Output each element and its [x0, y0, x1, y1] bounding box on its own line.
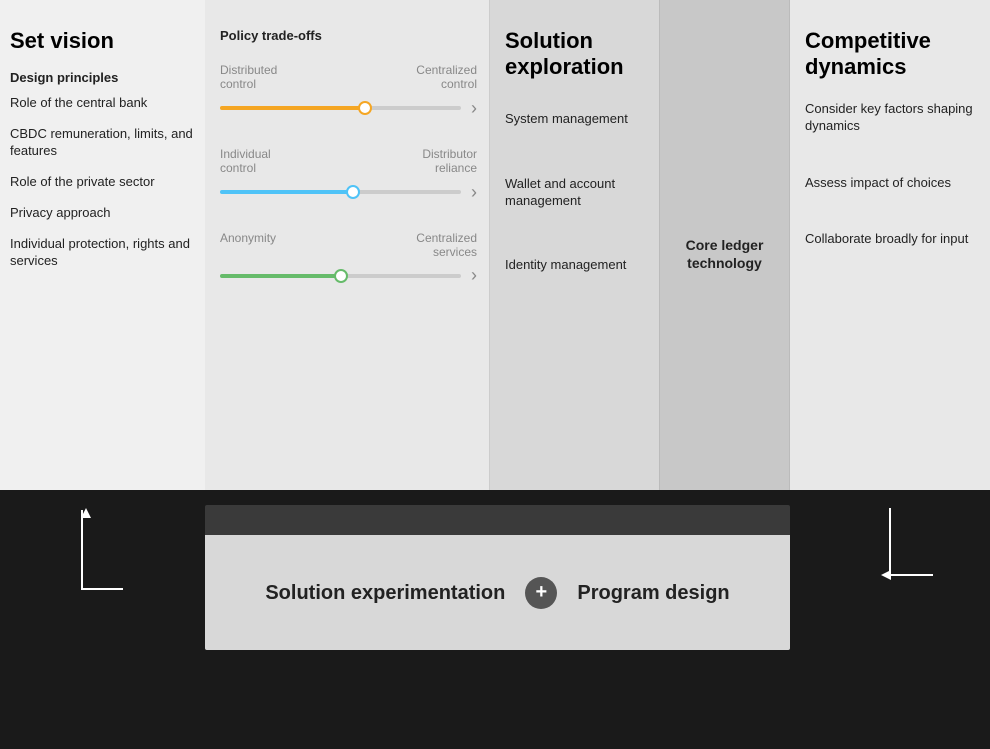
- item-system-management: System management: [505, 111, 649, 128]
- item-collaborate: Collaborate broadly for input: [805, 231, 978, 248]
- slider-left-label-distributed: Distributed control: [220, 63, 310, 92]
- slider-track-orange[interactable]: [220, 106, 461, 110]
- design-principles-label: Design principles: [10, 70, 195, 85]
- item-wallet-management: Wallet and account management: [505, 176, 649, 210]
- arrow-left-container: [881, 570, 933, 580]
- slider-right-label-distributed: Centralized control: [377, 63, 477, 92]
- solution-experimentation-label: Solution experimentation: [265, 581, 505, 605]
- col-policy-tradeoffs: Policy trade-offs Distributed control Ce…: [205, 0, 490, 490]
- slider-thumb-orange[interactable]: [358, 101, 372, 115]
- bottom-box: Solution experimentation + Program desig…: [205, 505, 790, 650]
- arrow-left-line: [891, 574, 933, 576]
- bottom-box-inner: Solution experimentation + Program desig…: [205, 535, 790, 650]
- slider-thumb-blue[interactable]: [346, 185, 360, 199]
- slider-thumb-green[interactable]: [334, 269, 348, 283]
- slider-track-blue[interactable]: [220, 190, 461, 194]
- policy-title: Policy trade-offs: [220, 28, 477, 43]
- core-ledger-label: Core ledger technology: [668, 236, 781, 272]
- slider-labels-individual: Individual control Distributor reliance: [220, 147, 477, 176]
- slider-track-container-anonymity: ›: [220, 265, 477, 286]
- item-central-bank: Role of the central bank: [10, 95, 195, 112]
- slider-group-individual: Individual control Distributor reliance …: [220, 147, 477, 203]
- program-design-label: Program design: [577, 581, 729, 605]
- chevron-right-icon-individual: ›: [471, 182, 477, 203]
- arrow-bottom-stub: [81, 588, 123, 590]
- chevron-right-icon-anonymity: ›: [471, 265, 477, 286]
- competitive-title: Competitive dynamics: [805, 28, 978, 81]
- arrow-up-head: [81, 508, 91, 518]
- item-identity-management: Identity management: [505, 257, 649, 274]
- slider-right-label-anonymity: Centralized services: [377, 231, 477, 260]
- arrow-up-line: [81, 510, 83, 590]
- slider-labels-distributed: Distributed control Centralized control: [220, 63, 477, 92]
- slider-left-label-individual: Individual control: [220, 147, 310, 176]
- bottom-section: Solution experimentation + Program desig…: [0, 490, 990, 749]
- item-cbdc: CBDC remuneration, limits, and features: [10, 126, 195, 160]
- item-privacy: Privacy approach: [10, 205, 195, 222]
- slider-track-container-distributed: ›: [220, 98, 477, 119]
- item-consider: Consider key factors shaping dynamics: [805, 101, 978, 135]
- item-assess: Assess impact of choices: [805, 175, 978, 192]
- slider-track-green[interactable]: [220, 274, 461, 278]
- plus-icon: +: [525, 577, 557, 609]
- solution-title: Solution exploration: [505, 28, 649, 81]
- arrow-left-head: [881, 570, 891, 580]
- col-competitive-dynamics: Competitive dynamics Consider key factor…: [790, 0, 990, 490]
- col-set-vision: Set vision Design principles Role of the…: [0, 0, 205, 490]
- slider-left-label-anonymity: Anonymity: [220, 231, 310, 245]
- col-solution-exploration: Solution exploration System management W…: [490, 0, 660, 490]
- chevron-right-icon-distributed: ›: [471, 98, 477, 119]
- right-vertical-stub: [889, 508, 891, 572]
- set-vision-title: Set vision: [10, 28, 195, 54]
- slider-labels-anonymity: Anonymity Centralized services: [220, 231, 477, 260]
- slider-group-distributed: Distributed control Centralized control …: [220, 63, 477, 119]
- item-protection: Individual protection, rights and servic…: [10, 236, 195, 270]
- col-core-ledger: Core ledger technology: [660, 0, 790, 490]
- slider-track-container-individual: ›: [220, 182, 477, 203]
- main-container: Set vision Design principles Role of the…: [0, 0, 990, 490]
- item-private-sector: Role of the private sector: [10, 174, 195, 191]
- slider-right-label-individual: Distributor reliance: [377, 147, 477, 176]
- slider-group-anonymity: Anonymity Centralized services ›: [220, 231, 477, 287]
